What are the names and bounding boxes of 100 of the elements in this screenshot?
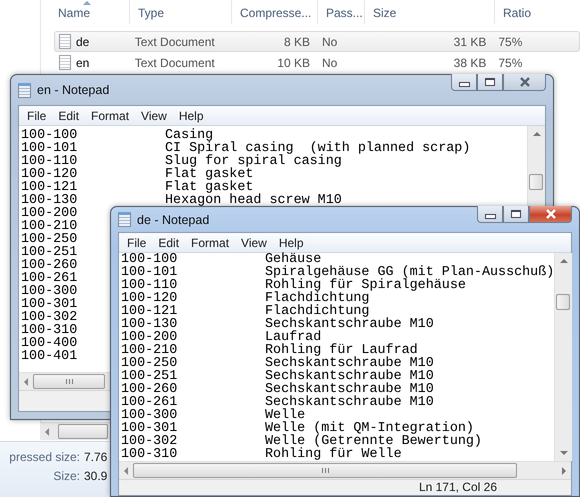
document-icon xyxy=(59,55,71,70)
item-code: 100-261 xyxy=(21,272,78,285)
item-description: Sechskantschraube M10 xyxy=(265,383,434,396)
item-code: 100-121 xyxy=(121,305,178,318)
item-code: 100-251 xyxy=(121,370,178,383)
item-description: Welle xyxy=(265,409,306,422)
item-code: 100-301 xyxy=(121,422,178,435)
close-icon xyxy=(544,209,556,219)
detail-value: 7.76 xyxy=(84,450,108,464)
file-type: Text Document xyxy=(134,56,216,70)
item-code: 100-100 xyxy=(121,253,178,266)
compressed-size: 8 KB xyxy=(282,34,311,48)
file-name[interactable]: de xyxy=(76,34,90,48)
left-arrow-icon[interactable] xyxy=(45,428,49,436)
item-description: Spiralgehäuse GG (mit Plan-Ausschuß) xyxy=(265,266,554,279)
menu-item[interactable]: File xyxy=(21,108,52,122)
item-code: 100-400 xyxy=(21,337,78,350)
item-code: 100-210 xyxy=(121,344,178,357)
menu-item[interactable]: View xyxy=(135,108,173,122)
compressed-size: 10 KB xyxy=(276,56,311,70)
cursor-position: Ln 171, Col 26 xyxy=(418,480,497,494)
detail-value: 30.9 xyxy=(84,469,108,483)
item-description: Flat gasket xyxy=(165,168,254,181)
menu-item[interactable]: File xyxy=(121,236,152,250)
ratio: 75% xyxy=(497,34,524,48)
scroll-thumb[interactable] xyxy=(556,294,570,310)
item-code: 100-110 xyxy=(121,279,178,292)
close-button[interactable] xyxy=(503,74,546,91)
column-header[interactable]: Size xyxy=(365,0,495,24)
window-title: en - Notepad xyxy=(37,83,110,97)
item-description: Sechskantschraube M10 xyxy=(265,318,434,331)
scroll-thumb[interactable] xyxy=(133,463,517,478)
item-code: 100-301 xyxy=(21,298,78,311)
item-code: 100-251 xyxy=(21,246,78,259)
scroll-thumb[interactable] xyxy=(58,424,108,439)
item-description: Laufrad xyxy=(265,331,322,344)
item-code: 100-401 xyxy=(21,350,78,363)
window-title: de - Notepad xyxy=(137,212,210,226)
file-type: Text Document xyxy=(134,34,216,48)
column-header[interactable]: Type xyxy=(130,0,232,24)
scroll-thumb[interactable] xyxy=(33,374,105,389)
column-header[interactable]: Pass... xyxy=(318,0,365,24)
item-description: Sechskantschraube M10 xyxy=(265,396,434,409)
menu-item[interactable]: Format xyxy=(85,108,136,122)
item-code: 100-121 xyxy=(21,181,78,194)
up-arrow-icon[interactable] xyxy=(560,259,568,263)
notepad-icon xyxy=(118,212,131,227)
file-name[interactable]: en xyxy=(76,56,90,70)
item-code: 100-200 xyxy=(21,207,78,220)
scrollbar[interactable] xyxy=(119,461,571,479)
menu-item[interactable]: View xyxy=(235,236,273,250)
item-code: 100-130 xyxy=(21,194,78,207)
menu-item[interactable]: Format xyxy=(185,236,236,250)
detail-label: pressed size: xyxy=(9,450,80,464)
close-icon xyxy=(518,77,530,87)
column-header[interactable]: Ratio xyxy=(495,0,580,24)
scroll-thumb[interactable] xyxy=(529,174,543,190)
left-arrow-icon[interactable] xyxy=(24,378,28,386)
maximize-button[interactable] xyxy=(503,206,529,223)
item-description: Sechskantschraube M10 xyxy=(265,370,434,383)
item-code: 100-261 xyxy=(121,396,178,409)
item-description: Hexagon head screw M10 xyxy=(165,194,342,207)
item-code: 100-200 xyxy=(121,331,178,344)
menu-item[interactable]: Help xyxy=(272,236,310,250)
document-icon xyxy=(59,34,71,49)
password-value: No xyxy=(321,56,338,70)
menu-item[interactable]: Edit xyxy=(52,108,86,122)
up-arrow-icon[interactable] xyxy=(532,132,540,136)
item-code: 100-310 xyxy=(21,324,78,337)
close-button[interactable] xyxy=(529,206,572,223)
item-code: 100-302 xyxy=(121,435,178,448)
item-description: Flat gasket xyxy=(165,181,254,194)
minimize-button[interactable] xyxy=(451,74,477,91)
maximize-button[interactable] xyxy=(477,74,503,91)
item-code: 100-250 xyxy=(121,357,178,370)
file-size: 31 KB xyxy=(452,34,488,48)
item-description: Gehäuse xyxy=(265,253,322,266)
item-code: 100-120 xyxy=(21,168,78,181)
item-description: Rohling für Laufrad xyxy=(265,344,418,357)
column-header[interactable]: Name xyxy=(50,0,130,24)
notepad-icon xyxy=(18,82,31,98)
right-arrow-icon[interactable] xyxy=(562,466,566,474)
item-code: 100-260 xyxy=(21,259,78,272)
item-code: 100-100 xyxy=(21,129,78,142)
minimize-button[interactable] xyxy=(477,206,503,223)
left-arrow-icon[interactable] xyxy=(124,466,128,474)
item-description: Rohling für Spiralgehäuse xyxy=(265,279,466,292)
item-code: 100-300 xyxy=(21,285,78,298)
scrollbar[interactable] xyxy=(554,253,572,461)
column-header[interactable]: Compresse... xyxy=(232,0,318,24)
down-arrow-icon[interactable] xyxy=(560,451,568,455)
item-description: Flachdichtung xyxy=(265,305,370,318)
item-description: Welle (Getrennte Bewertung) xyxy=(265,435,482,448)
item-description: Flachdichtung xyxy=(265,292,370,305)
item-description: Sechskantschraube M10 xyxy=(265,357,434,370)
menu-item[interactable]: Edit xyxy=(152,236,186,250)
menu-item[interactable]: Help xyxy=(172,108,210,122)
item-code: 100-260 xyxy=(121,383,178,396)
item-description: CI Spiral casing (with planned scrap) xyxy=(165,142,470,155)
file-row[interactable]: de Text Document 8 KB No 31 KB 75% xyxy=(54,31,580,52)
